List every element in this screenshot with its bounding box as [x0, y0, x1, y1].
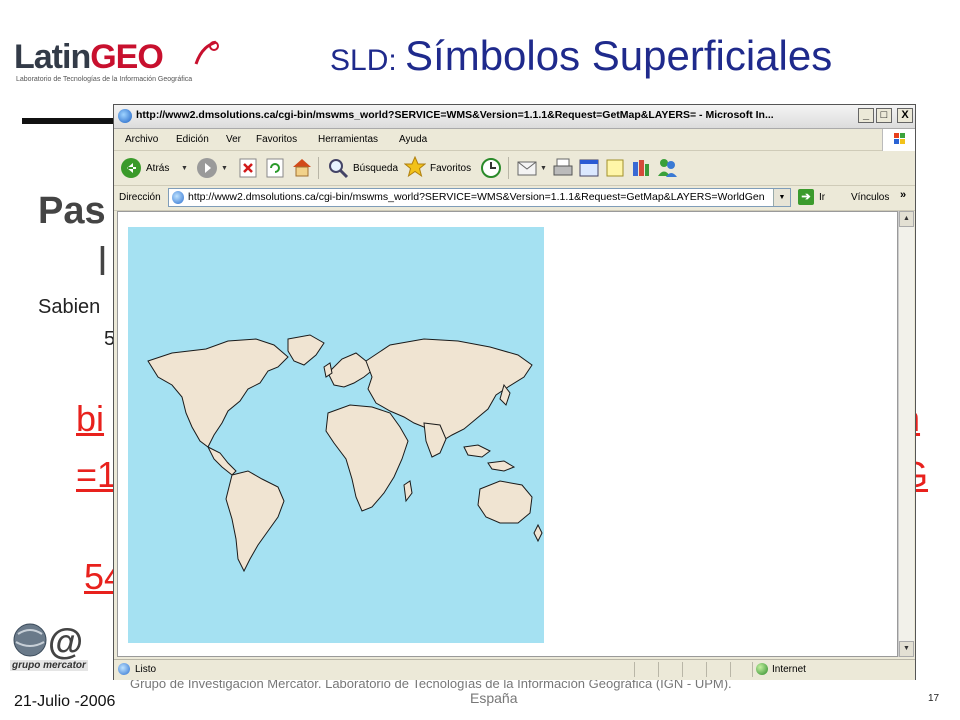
logo-geo: GEO [90, 38, 164, 76]
grupo-mercator-logo-icon: @ [13, 621, 83, 662]
menu-ayuda[interactable]: Ayuda [399, 134, 427, 145]
menu-bar: Archivo Edición Ver Favoritos Herramient… [114, 129, 915, 151]
scroll-up-icon[interactable]: ▲ [899, 211, 914, 227]
internet-zone-icon [756, 663, 768, 675]
slide-title: SLD: Símbolos Superficiales [330, 32, 930, 80]
menu-herramientas[interactable]: Herramientas [318, 134, 378, 145]
status-bar: Listo Internet [114, 659, 915, 680]
standard-toolbar: Atrás ▼ ▼ Búsqueda Favoritos ▼ [114, 151, 915, 186]
favorites-button-label[interactable]: Favoritos [430, 163, 471, 174]
close-button[interactable]: X [897, 108, 913, 123]
browser-title: http://www2.dmsolutions.ca/cgi-bin/mswms… [136, 109, 774, 121]
vertical-scrollbar[interactable]: ▲ ▼ [898, 211, 914, 657]
messenger-icon[interactable] [656, 156, 678, 178]
back-arrow-icon[interactable] [120, 157, 142, 179]
slide-subheading: l [98, 240, 107, 284]
research-icon[interactable] [630, 156, 652, 178]
address-input[interactable]: http://www2.dmsolutions.ca/cgi-bin/mswms… [168, 188, 791, 207]
slide-title-main: Símbolos Superficiales [405, 32, 833, 79]
address-bar: Dirección http://www2.dmsolutions.ca/cgi… [114, 186, 915, 211]
page-icon [172, 191, 184, 204]
footer-country: España [470, 690, 518, 706]
menu-archivo[interactable]: Archivo [125, 134, 158, 145]
back-button-label[interactable]: Atrás [146, 163, 169, 174]
world-map-image [128, 227, 544, 643]
slide-heading: Pas [38, 190, 106, 232]
mail-icon[interactable] [516, 157, 538, 179]
ie-icon [118, 109, 132, 123]
stop-icon[interactable] [237, 157, 259, 179]
menu-edicion[interactable]: Edición [176, 134, 209, 145]
page-content [117, 211, 898, 657]
print-icon[interactable] [552, 157, 574, 179]
favorites-star-icon[interactable] [404, 156, 426, 178]
home-icon[interactable] [291, 156, 313, 178]
slide-link-left-1[interactable]: bi [76, 398, 104, 440]
go-button-label[interactable]: Ir [819, 192, 825, 203]
page-status-icon [118, 663, 130, 675]
maximize-button[interactable]: □ [876, 108, 892, 123]
logo-subtitle: Laboratorio de Tecnologías de la Informa… [16, 76, 193, 83]
history-icon[interactable] [480, 157, 502, 179]
slide-paragraph-1: Sabien [38, 296, 101, 318]
search-icon[interactable] [327, 157, 349, 179]
address-dropdown-icon[interactable]: ▼ [773, 189, 790, 206]
security-zone-label: Internet [772, 664, 806, 675]
svg-text:@: @ [48, 621, 83, 662]
address-url[interactable]: http://www2.dmsolutions.ca/cgi-bin/mswms… [188, 191, 766, 203]
refresh-icon[interactable] [264, 157, 286, 179]
go-arrow-icon[interactable]: ➔ [798, 189, 814, 205]
mail-dropdown-icon[interactable]: ▼ [540, 165, 547, 172]
back-dropdown-icon[interactable]: ▼ [181, 165, 188, 172]
latingeo-logo: LatinGEO Laboratorio de Tecnologías de l… [14, 38, 224, 88]
browser-titlebar[interactable]: http://www2.dmsolutions.ca/cgi-bin/mswms… [114, 105, 915, 129]
links-chevron-icon[interactable]: » [900, 189, 906, 201]
footer-date: 21-Julio -2006 [14, 693, 116, 710]
address-label: Dirección [119, 192, 161, 203]
forward-arrow-icon[interactable] [196, 157, 218, 179]
slide-link-left-2[interactable]: =1 [76, 454, 117, 496]
menu-favoritos[interactable]: Favoritos [256, 134, 297, 145]
minimize-button[interactable]: _ [858, 108, 874, 123]
logo-swirl-icon [194, 40, 219, 65]
forward-dropdown-icon[interactable]: ▼ [221, 165, 228, 172]
search-button-label[interactable]: Búsqueda [353, 163, 398, 174]
browser-window: http://www2.dmsolutions.ca/cgi-bin/mswms… [113, 104, 916, 680]
edit-icon[interactable] [578, 157, 600, 179]
discuss-icon[interactable] [604, 157, 626, 179]
scroll-down-icon[interactable]: ▼ [899, 641, 914, 657]
slide-title-prefix: SLD: [330, 44, 406, 77]
links-label[interactable]: Vínculos [851, 192, 889, 203]
page-number: 17 [928, 693, 940, 704]
status-text: Listo [135, 664, 157, 675]
menu-ver[interactable]: Ver [226, 134, 241, 145]
windows-logo-icon [882, 129, 915, 151]
grupo-mercator-label: grupo mercator [10, 660, 88, 671]
logo-latin: Latin [14, 38, 91, 76]
